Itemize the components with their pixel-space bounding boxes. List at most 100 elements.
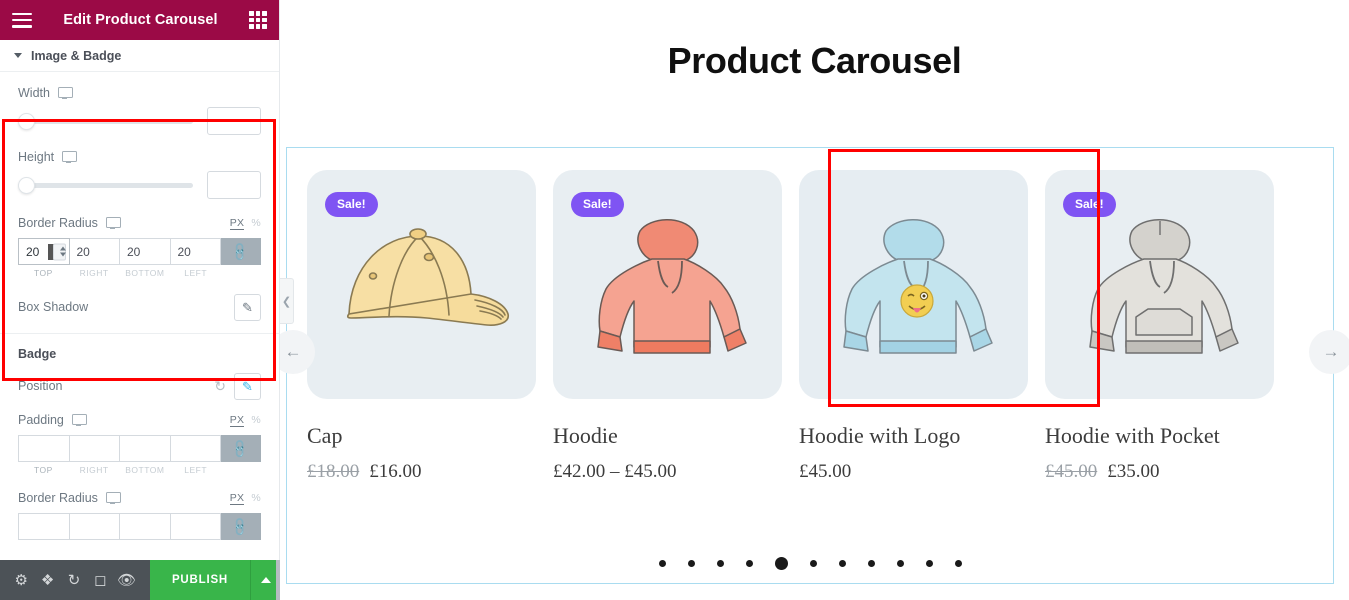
padding-fields: 🔗 [18,435,261,462]
unit-px[interactable]: PX [229,414,245,427]
elementor-editor: Edit Product Carousel Image & Badge Widt… [0,0,1349,600]
pagination-dot[interactable] [774,557,788,570]
pagination-dot[interactable] [745,560,753,567]
pagination-dot[interactable] [896,560,904,567]
pagination-dot[interactable] [809,560,817,567]
box-shadow-edit-button[interactable]: ✎ [234,293,261,321]
pagination-dot[interactable] [838,560,846,567]
product-image-wrapper[interactable]: Sale! [553,170,782,399]
responsive-icon[interactable]: ◻ [87,560,113,600]
unit-percent[interactable]: % [251,414,261,426]
width-slider-knob[interactable] [18,112,35,130]
hamburger-icon[interactable] [12,12,32,28]
gear-icon[interactable]: ⚙ [8,560,34,600]
label-bottom: BOTTOM [125,268,165,278]
box-shadow-label: Box Shadow [18,300,89,314]
width-slider[interactable] [18,111,193,131]
border-radius-left-field[interactable]: 20 [170,238,221,265]
pagination-dot[interactable] [954,560,962,567]
sale-badge: Sale! [571,192,624,217]
link-icon[interactable]: 🔗 [221,238,261,265]
pagination-dot[interactable] [716,560,724,567]
layers-icon[interactable]: ❖ [34,560,60,600]
border-radius-fields: 20 20 20 20 🔗 [18,238,261,265]
monitor-icon[interactable] [57,87,73,99]
border-radius-side-labels: TOP RIGHT BOTTOM LEFT [18,268,261,278]
grid-icon[interactable] [249,11,267,29]
product-card[interactable]: Sale! [1045,170,1274,483]
section-image-and-badge[interactable]: Image & Badge [0,40,279,72]
badge-radius-top-field[interactable] [18,513,70,540]
product-price: £45.00 [799,461,1028,483]
border-radius-right-field[interactable]: 20 [69,238,120,265]
label-left: LEFT [184,465,208,475]
product-card[interactable]: Sale! [553,170,782,483]
preview-canvas: Product Carousel Sale! Cap £18.00 £16.00… [280,0,1349,600]
height-slider-track [18,182,193,188]
preview-icon[interactable]: 👁 [114,560,140,600]
pagination-dot[interactable] [867,560,875,567]
height-slider-knob[interactable] [18,176,35,194]
height-slider[interactable] [18,175,193,195]
border-radius-top-stepper[interactable] [52,243,66,260]
product-card[interactable]: Sale! [307,170,536,483]
product-card[interactable]: Hoodie with Logo £45.00 [799,170,1028,483]
border-radius-left-value: 20 [177,244,191,259]
link-icon[interactable]: 🔗 [221,435,261,462]
arrow-right-icon[interactable]: → [1309,330,1349,374]
product-image-wrapper[interactable] [799,170,1028,399]
panel-title: Edit Product Carousel [63,12,218,28]
width-input[interactable] [207,107,261,135]
carousel-widget-frame[interactable]: Sale! Cap £18.00 £16.00 Sale! Hoodie £42… [280,147,1349,584]
padding-left-field[interactable] [170,435,221,462]
hoodie-red-illustration [596,218,747,354]
link-icon[interactable]: 🔗 [221,513,261,540]
product-title[interactable]: Hoodie with Logo [799,423,1028,449]
control-box-shadow: Box Shadow ✎ [0,278,279,322]
publish-button[interactable]: PUBLISH [149,560,251,600]
badge-radius-right-field[interactable] [69,513,120,540]
pagination-dot[interactable] [687,560,695,567]
position-edit-button[interactable]: ✎ [234,372,261,400]
control-image-border-radius: Border Radius PX % 20 20 20 20 🔗 TOP RIG… [0,200,279,278]
padding-top-field[interactable] [18,435,70,462]
unit-px[interactable]: PX [229,492,245,505]
unit-px[interactable]: PX [229,217,245,230]
badge-radius-left-field[interactable] [170,513,221,540]
carousel-pagination [287,557,1333,570]
reset-icon[interactable]: ↻ [214,379,226,393]
border-radius-bottom-field[interactable]: 20 [120,238,171,265]
padding-bottom-field[interactable] [120,435,171,462]
border-radius-label: Border Radius [18,216,98,230]
control-badge-padding: Padding PX % 🔗 TOP RIGHT BOTTOM LEFT [0,401,279,475]
badge-border-radius-fields: 🔗 [18,513,261,540]
height-input[interactable] [207,171,261,199]
history-icon[interactable]: ↻ [61,560,87,600]
monitor-icon[interactable] [71,414,87,426]
product-image-wrapper[interactable]: Sale! [307,170,536,399]
control-badge-position: Position ↻ ✎ [0,365,279,401]
badge-radius-bottom-field[interactable] [120,513,171,540]
product-title[interactable]: Cap [307,423,536,449]
product-title[interactable]: Hoodie [553,423,782,449]
panel-header: Edit Product Carousel [0,0,279,40]
hoodie-gray-pocket-illustration [1088,218,1239,354]
width-label: Width [18,86,50,100]
monitor-icon[interactable] [62,151,78,163]
product-image-wrapper[interactable]: Sale! [1045,170,1274,399]
scroll-indicator [276,560,280,600]
border-radius-top-field[interactable]: 20 [18,238,70,265]
unit-percent[interactable]: % [251,492,261,504]
unit-percent[interactable]: % [251,217,261,229]
publish-group: PUBLISH [149,560,281,600]
product-price: £45.00 £35.00 [1045,461,1274,483]
product-title[interactable]: Hoodie with Pocket [1045,423,1274,449]
padding-right-field[interactable] [69,435,120,462]
badge-border-radius-label: Border Radius [18,491,98,505]
monitor-icon[interactable] [105,217,121,229]
pagination-dot[interactable] [925,560,933,567]
monitor-icon[interactable] [105,492,121,504]
pagination-dot[interactable] [658,560,666,567]
panel-collapse-handle[interactable]: ❮ [280,278,294,324]
price-current: £16.00 [369,461,422,482]
